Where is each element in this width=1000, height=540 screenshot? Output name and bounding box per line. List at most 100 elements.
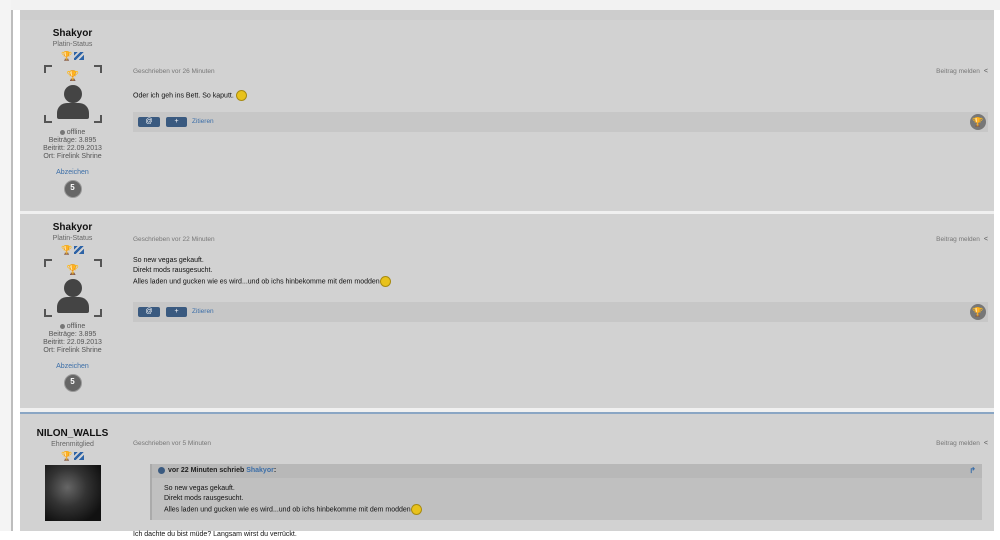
author-name[interactable]: Shakyor	[20, 222, 125, 233]
avatar-body	[56, 297, 89, 313]
quote-author-link[interactable]: Shakyor	[246, 467, 274, 474]
quote-button[interactable]: Zitieren	[192, 308, 214, 315]
reaction-icon[interactable]: 🏆	[970, 114, 986, 130]
post-toolbar: @ + Zitieren 🏆	[133, 112, 988, 132]
stripe-badge-icon	[74, 246, 84, 254]
quote-body: So new vegas gekauft. Direkt mods rausge…	[164, 484, 422, 515]
status-label: offline	[66, 323, 86, 330]
author-meta: offline Beiträge: 3.895 Beitritt: 22.09.…	[20, 323, 125, 355]
post-line: Alles laden und gucken wie es wird...und…	[133, 276, 391, 287]
badges-link[interactable]: Abzeichen	[20, 363, 125, 371]
badges-link[interactable]: Abzeichen	[20, 169, 125, 177]
left-rule	[11, 10, 13, 531]
report-link[interactable]: Beitrag melden <	[936, 440, 988, 447]
quote-line: Alles laden und gucken wie es wird...und…	[164, 504, 422, 515]
status-dot-icon	[59, 129, 65, 135]
avatar-head	[63, 279, 82, 297]
online-status: offline	[20, 129, 125, 137]
avatar-frame-corner	[43, 115, 52, 123]
join-date: Beitritt: 22.09.2013	[43, 145, 102, 152]
author-badges: 🏆	[20, 51, 125, 61]
quote-icon	[158, 466, 165, 474]
stripe-badge-icon	[74, 52, 84, 60]
stripe-badge-icon	[74, 452, 84, 460]
level-badge: 5	[63, 374, 82, 392]
location: Ort: Firelink Shrine	[43, 347, 102, 354]
trophy-icon: 🏆	[61, 245, 73, 255]
trophy-icon: 🏆	[61, 451, 73, 461]
quote-line: So new vegas gekauft.	[164, 485, 235, 492]
post: NILON_WALLS Ehrenmitglied 🏆 Geschrieben …	[20, 414, 994, 538]
post-count: Beiträge: 3.895	[48, 331, 97, 338]
author-badges: 🏆	[20, 451, 125, 461]
quote-line: Direkt mods rausgesucht.	[164, 495, 244, 502]
avatar-frame-corner	[93, 115, 102, 123]
posts-container: Shakyor Platin-Status 🏆 🏆 offline Beiträ…	[20, 10, 994, 538]
post-line: Direkt mods rausgesucht.	[133, 267, 213, 274]
author-panel: NILON_WALLS Ehrenmitglied 🏆	[20, 414, 125, 521]
author-name[interactable]: Shakyor	[20, 28, 125, 39]
author-badges: 🏆	[20, 245, 125, 255]
mention-button[interactable]: @	[138, 307, 160, 317]
online-status: offline	[20, 323, 125, 331]
post-line: So new vegas gekauft.	[133, 257, 204, 264]
smiley-icon	[379, 276, 391, 287]
post: Shakyor Platin-Status 🏆 🏆 offline Beiträ…	[20, 214, 994, 410]
report-label[interactable]: Beitrag melden	[936, 440, 980, 447]
share-icon[interactable]: <	[984, 68, 988, 75]
post-count: Beiträge: 3.895	[48, 137, 97, 144]
status-dot-icon	[59, 323, 65, 329]
avatar-frame-corner	[43, 309, 52, 317]
report-label[interactable]: Beitrag melden	[936, 68, 980, 75]
author-rank: Ehrenmitglied	[51, 441, 94, 448]
quote-block: vor 22 Minuten schrieb Shakyor: ↱ So new…	[150, 464, 982, 520]
post-line: Oder ich geh ins Bett. So kaputt.	[133, 92, 234, 100]
status-label: offline	[66, 129, 86, 136]
post-line: Ich dachte du bist müde? Langsam wirst d…	[133, 531, 297, 538]
join-date: Beitritt: 22.09.2013	[43, 339, 102, 346]
avatar-frame-corner	[93, 259, 102, 267]
report-label[interactable]: Beitrag melden	[936, 236, 980, 243]
smiley-icon	[235, 90, 247, 101]
post-body: Oder ich geh ins Bett. So kaputt.	[133, 90, 247, 101]
post-body: So new vegas gekauft. Direkt mods rausge…	[133, 256, 391, 287]
post-time[interactable]: Geschrieben vor 5 Minuten	[133, 440, 211, 447]
mention-button[interactable]: @	[138, 117, 160, 127]
post-time[interactable]: Geschrieben vor 22 Minuten	[133, 236, 215, 243]
reaction-icon[interactable]: 🏆	[970, 304, 986, 320]
smiley-icon	[410, 504, 422, 515]
avatar-frame-corner	[93, 309, 102, 317]
trophy-icon: 🏆	[61, 51, 73, 61]
author-panel: Shakyor Platin-Status 🏆 🏆 offline Beiträ…	[20, 214, 125, 392]
quote-line-text: Alles laden und gucken wie es wird...und…	[164, 506, 411, 514]
post-time[interactable]: Geschrieben vor 26 Minuten	[133, 68, 215, 75]
trophy-icon: 🏆	[66, 265, 79, 276]
avatar[interactable]	[44, 465, 101, 521]
left-gutter	[0, 0, 11, 531]
author-rank: Platin-Status	[52, 235, 93, 242]
avatar[interactable]: 🏆	[43, 65, 102, 123]
trophy-icon: 🏆	[66, 71, 79, 82]
quote-button[interactable]: Zitieren	[192, 118, 214, 125]
report-link[interactable]: Beitrag melden <	[936, 68, 988, 75]
share-icon[interactable]: <	[984, 236, 988, 243]
location: Ort: Firelink Shrine	[43, 153, 102, 160]
avatar-frame-corner	[93, 65, 102, 73]
avatar-frame-corner	[43, 65, 52, 73]
share-icon[interactable]: <	[984, 440, 988, 447]
report-link[interactable]: Beitrag melden <	[936, 236, 988, 243]
post: Shakyor Platin-Status 🏆 🏆 offline Beiträ…	[20, 20, 994, 212]
top-strip	[0, 0, 1000, 10]
multiquote-button[interactable]: +	[166, 307, 187, 317]
quote-header: vor 22 Minuten schrieb Shakyor: ↱	[152, 464, 982, 478]
multiquote-button[interactable]: +	[166, 117, 187, 127]
quote-head-text: vor 22 Minuten schrieb	[168, 467, 245, 474]
author-name[interactable]: NILON_WALLS	[20, 428, 125, 439]
go-to-quote-icon[interactable]: ↱	[969, 464, 976, 478]
post-toolbar: @ + Zitieren 🏆	[133, 302, 988, 322]
post-body: Ich dachte du bist müde? Langsam wirst d…	[133, 530, 297, 540]
avatar-head	[63, 85, 82, 103]
level-badge: 5	[63, 180, 82, 198]
avatar[interactable]: 🏆	[43, 259, 102, 317]
author-rank: Platin-Status	[52, 41, 93, 48]
